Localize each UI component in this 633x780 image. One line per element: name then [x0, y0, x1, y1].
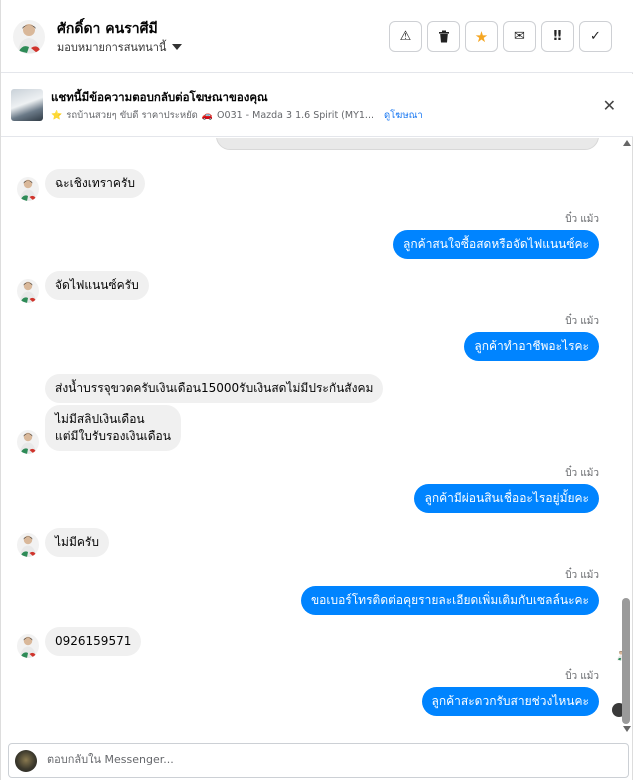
- priority-icon: ‼: [553, 29, 562, 44]
- car-icon: 🚗: [201, 110, 214, 121]
- contact-avatar[interactable]: [17, 533, 39, 557]
- assign-label: มอบหมายการสนทนานี้: [57, 41, 167, 54]
- contact-avatar[interactable]: [17, 430, 39, 454]
- view-ad-link[interactable]: ดูโฆษณา: [384, 108, 423, 123]
- scroll-up-arrow-icon[interactable]: [623, 140, 631, 146]
- mail-icon: ✉: [514, 29, 525, 44]
- outgoing-message[interactable]: ขอเบอร์โทรติดต่อคุยรายละเอียดเพิ่มเติมกั…: [300, 586, 599, 615]
- reply-input[interactable]: [47, 753, 607, 766]
- close-icon: ✕: [602, 96, 616, 115]
- message-list[interactable]: ฉะเชิงเทราครับ บิ๋ว แม้ว ลูกค้าสนใจซื้อสดห…: [1, 138, 633, 742]
- contact-avatar[interactable]: [17, 177, 39, 201]
- banner-title: แชทนี้มีข้อความตอบกลับต่อโฆษณาของคุณ: [51, 90, 268, 104]
- incoming-message[interactable]: จัดไฟแนนซ์ครับ: [45, 271, 149, 300]
- page-avatar: [15, 750, 37, 772]
- mark-spam-button[interactable]: ⚠: [389, 21, 422, 52]
- sender-name: บิ๋ว แม้ว: [565, 671, 599, 682]
- star-icon: ★: [474, 27, 489, 46]
- assign-conversation-dropdown[interactable]: มอบหมายการสนทนานี้: [57, 38, 183, 56]
- contact-avatar[interactable]: [17, 279, 39, 303]
- ad-text-1: รถบ้านสวยๆ ขับดี ราคาประหยัด: [66, 110, 198, 121]
- ad-thumbnail[interactable]: [11, 89, 43, 121]
- outgoing-message[interactable]: ลูกค้าสนใจซื้อสดหรือจัดไฟแนนซ์คะ: [393, 230, 599, 259]
- ad-reply-banner: แชทนี้มีข้อความตอบกลับต่อโฆษณาของคุณ ⭐ ร…: [1, 74, 633, 137]
- message-list-scrollbar[interactable]: [621, 138, 632, 742]
- incoming-message[interactable]: ฉะเชิงเทราครับ: [45, 169, 146, 198]
- sender-name: บิ๋ว แม้ว: [565, 468, 599, 479]
- star-icon: ⭐: [51, 110, 63, 121]
- mark-done-button[interactable]: ✓: [579, 21, 612, 52]
- sender-name: บิ๋ว แม้ว: [565, 570, 599, 581]
- outgoing-message[interactable]: ลูกค้าสะดวกรับสายช่วงไหนคะ: [421, 687, 599, 716]
- ad-text-2: O031 - Mazda 3 1.6 Spirit (MY1...: [217, 110, 374, 121]
- reply-box[interactable]: [8, 743, 629, 778]
- trash-icon: [438, 30, 449, 43]
- follow-up-button[interactable]: ‼: [541, 21, 574, 52]
- scroll-down-arrow-icon[interactable]: [623, 726, 631, 732]
- warning-icon: ⚠: [399, 29, 412, 44]
- contact-avatar[interactable]: [13, 20, 45, 54]
- incoming-message[interactable]: ไม่มีครับ: [45, 528, 109, 557]
- conversation-header: ศักดิ์ดา คนราศีมี มอบหมายการสนทนานี้ ⚠ ★…: [1, 0, 633, 73]
- incoming-message[interactable]: ส่งน้ำบรรจุขวดครับเงินเดือน15000รับเงินส…: [45, 374, 384, 403]
- outgoing-message[interactable]: ลูกค้ามีผ่อนสินเชื่ออะไรอยู่มั้ยคะ: [414, 484, 599, 513]
- ad-details: ⭐ รถบ้านสวยๆ ขับดี ราคาประหยัด 🚗 O031 - …: [51, 108, 423, 123]
- incoming-message[interactable]: 0926159571: [45, 627, 142, 656]
- mark-unread-button[interactable]: ✉: [503, 21, 536, 52]
- check-icon: ✓: [590, 29, 601, 44]
- outgoing-message[interactable]: ลูกค้าทำอาชีพอะไรคะ: [464, 332, 599, 361]
- delete-button[interactable]: [427, 21, 460, 52]
- sender-name: บิ๋ว แม้ว: [565, 316, 599, 327]
- messenger-conversation-panel: ศักดิ์ดา คนราศีมี มอบหมายการสนทนานี้ ⚠ ★…: [0, 0, 633, 780]
- close-banner-button[interactable]: ✕: [603, 96, 616, 115]
- header-actions: ⚠ ★ ✉ ‼ ✓: [389, 21, 612, 52]
- sender-name: บิ๋ว แม้ว: [565, 214, 599, 225]
- contact-name[interactable]: ศักดิ์ดา คนราศีมี: [57, 18, 158, 40]
- image-attachment[interactable]: [216, 138, 599, 150]
- star-button[interactable]: ★: [465, 21, 498, 52]
- contact-avatar[interactable]: [17, 634, 39, 658]
- scrollbar-thumb[interactable]: [622, 598, 630, 724]
- incoming-message[interactable]: ไม่มีสลิปเงินเดือน แต่มีใบรับรองเงินเดือ…: [45, 405, 181, 451]
- caret-down-icon: [172, 44, 183, 50]
